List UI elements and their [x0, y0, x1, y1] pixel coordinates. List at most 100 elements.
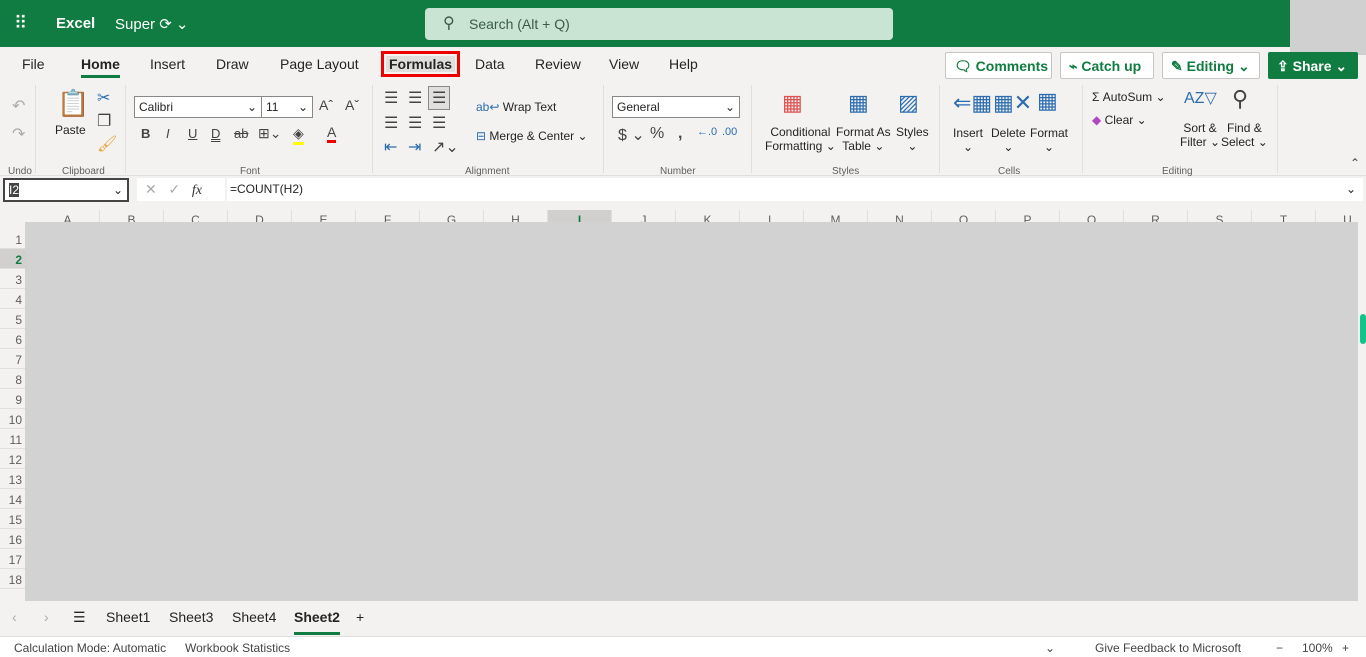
row-header[interactable]: 13 — [0, 469, 25, 489]
font-size-select[interactable]: 11 ⌄ — [261, 96, 313, 118]
delete-cells-button[interactable]: Delete ⌄ — [991, 126, 1026, 154]
calculation-mode[interactable]: Calculation Mode: Automatic — [14, 641, 166, 655]
search-input[interactable]: ⚲ Search (Alt + Q) — [425, 8, 893, 40]
redo-icon[interactable]: ↷ — [12, 124, 25, 144]
zoom-out-icon[interactable]: − — [1276, 641, 1283, 655]
row-header[interactable]: 7 — [0, 349, 25, 369]
tab-formulas[interactable]: Formulas — [380, 51, 461, 77]
format-cells-icon[interactable]: ▦ — [1037, 88, 1058, 114]
row-header[interactable]: 6 — [0, 329, 25, 349]
align-middle-icon[interactable]: ☰ — [408, 88, 422, 108]
tab-file[interactable]: File — [22, 56, 45, 72]
app-name[interactable]: Excel — [56, 15, 95, 32]
row-header[interactable]: 8 — [0, 369, 25, 389]
cut-icon[interactable]: ✂ — [97, 88, 110, 108]
row-header[interactable]: 14 — [0, 489, 25, 509]
tab-draw[interactable]: Draw — [216, 56, 249, 72]
prev-sheet-icon[interactable]: ‹ — [12, 609, 17, 625]
wrap-text-button[interactable]: ab↩ Wrap Text — [476, 100, 556, 114]
formula-input[interactable]: =COUNT(H2) ⌄ — [227, 178, 1363, 201]
align-top-icon[interactable]: ☰ — [384, 88, 398, 108]
row-header[interactable]: 9 — [0, 389, 25, 409]
find-select-icon[interactable]: ⚲ — [1232, 86, 1248, 112]
row-header[interactable]: 3 — [0, 269, 25, 289]
italic-icon[interactable]: I — [166, 126, 170, 141]
orientation-icon[interactable]: ↗⌄ — [432, 137, 459, 157]
align-right-icon[interactable]: ☰ — [432, 113, 446, 133]
scrollbar-thumb[interactable] — [1360, 314, 1366, 344]
share-button[interactable]: ⇪ Share ⌄ — [1268, 52, 1358, 79]
sheet-tab[interactable]: Sheet1 — [106, 609, 150, 625]
merge-center-button[interactable]: ⊟ Merge & Center ⌄ — [476, 129, 588, 143]
clear-button[interactable]: ◆ Clear ⌄ — [1092, 113, 1147, 127]
feedback-link[interactable]: Give Feedback to Microsoft — [1095, 641, 1241, 655]
comments-button[interactable]: 🗨 Comments — [945, 52, 1052, 79]
tab-data[interactable]: Data — [475, 56, 505, 72]
cancel-icon[interactable]: ✕ — [145, 181, 157, 197]
row-header[interactable]: 4 — [0, 289, 25, 309]
tab-view[interactable]: View — [609, 56, 639, 72]
row-header[interactable]: 16 — [0, 529, 25, 549]
format-as-table-button[interactable]: Format As Table ⌄ — [836, 125, 891, 153]
format-cells-button[interactable]: Format ⌄ — [1030, 126, 1068, 154]
collapse-ribbon-icon[interactable]: ⌃ — [1350, 156, 1360, 170]
font-name-select[interactable]: Calibri ⌄ — [134, 96, 262, 118]
fill-color-icon[interactable]: ◈ — [293, 125, 304, 145]
undo-icon[interactable]: ↶ — [12, 96, 25, 116]
format-painter-icon[interactable]: 🖌 — [97, 134, 117, 154]
cell-styles-icon[interactable]: ▨ — [898, 90, 919, 116]
status-chevron-icon[interactable]: ⌄ — [1045, 641, 1055, 655]
enter-icon[interactable]: ✓ — [168, 181, 180, 197]
strikethrough-icon[interactable]: ab — [234, 126, 248, 141]
sort-filter-icon[interactable]: AZ▽ — [1184, 88, 1217, 108]
expand-formula-icon[interactable]: ⌄ — [1346, 182, 1356, 196]
row-header[interactable]: 11 — [0, 429, 25, 449]
conditional-formatting-icon[interactable]: ▦ — [782, 90, 803, 116]
vertical-scrollbar[interactable] — [1358, 222, 1366, 592]
bold-icon[interactable]: B — [141, 126, 150, 141]
tab-home[interactable]: Home — [81, 56, 120, 78]
name-box[interactable]: I2 ⌄ — [3, 178, 129, 202]
increase-font-icon[interactable]: Aˆ — [319, 97, 333, 113]
sheet-tab[interactable]: Sheet2 — [294, 609, 340, 635]
editing-mode-button[interactable]: ✎ Editing ⌄ — [1162, 52, 1260, 79]
workbook-statistics[interactable]: Workbook Statistics — [185, 641, 290, 655]
delete-cells-icon[interactable]: ▦✕ — [993, 90, 1032, 116]
row-header[interactable]: 17 — [0, 549, 25, 569]
autosum-button[interactable]: Σ AutoSum ⌄ — [1092, 90, 1166, 104]
number-format-select[interactable]: General ⌄ — [612, 96, 740, 118]
insert-cells-button[interactable]: Insert ⌄ — [953, 126, 983, 154]
add-sheet-icon[interactable]: + — [356, 609, 364, 625]
increase-indent-icon[interactable]: ⇥ — [408, 137, 421, 157]
tab-help[interactable]: Help — [669, 56, 698, 72]
row-header[interactable]: 5 — [0, 309, 25, 329]
zoom-in-icon[interactable]: + — [1342, 641, 1349, 655]
currency-icon[interactable]: $ ⌄ — [618, 125, 645, 145]
document-name[interactable]: Super ⟳ ⌄ — [115, 15, 189, 33]
all-sheets-icon[interactable]: ☰ — [73, 609, 86, 626]
row-header[interactable]: 12 — [0, 449, 25, 469]
find-select-button[interactable]: Find & Select ⌄ — [1221, 121, 1268, 149]
insert-function-icon[interactable]: fx — [192, 183, 202, 198]
next-sheet-icon[interactable]: › — [44, 609, 49, 625]
cell-styles-button[interactable]: Styles ⌄ — [896, 125, 929, 153]
format-as-table-icon[interactable]: ▦ — [848, 90, 869, 116]
decrease-decimal-icon[interactable]: .00 — [722, 126, 737, 138]
insert-cells-icon[interactable]: ⇐▦ — [953, 90, 992, 116]
font-color-icon[interactable]: A — [327, 124, 337, 143]
sheet-tab[interactable]: Sheet4 — [232, 609, 276, 625]
sort-filter-button[interactable]: Sort & Filter ⌄ — [1180, 121, 1220, 149]
app-launcher-icon[interactable]: ⠿ — [14, 14, 34, 34]
tab-page-layout[interactable]: Page Layout — [280, 56, 359, 72]
align-left-icon[interactable]: ☰ — [384, 113, 398, 133]
tab-insert[interactable]: Insert — [150, 56, 185, 72]
decrease-indent-icon[interactable]: ⇤ — [384, 137, 397, 157]
row-header[interactable]: 15 — [0, 509, 25, 529]
conditional-formatting-button[interactable]: Conditional Formatting ⌄ — [765, 125, 836, 153]
row-header[interactable]: 18 — [0, 569, 25, 589]
sheet-tab[interactable]: Sheet3 — [169, 609, 213, 625]
catch-up-button[interactable]: ⌁ Catch up — [1060, 52, 1154, 79]
underline-icon[interactable]: U — [188, 126, 197, 141]
percent-icon[interactable]: % — [650, 125, 664, 143]
align-bottom-icon[interactable]: ☰ — [428, 86, 451, 110]
